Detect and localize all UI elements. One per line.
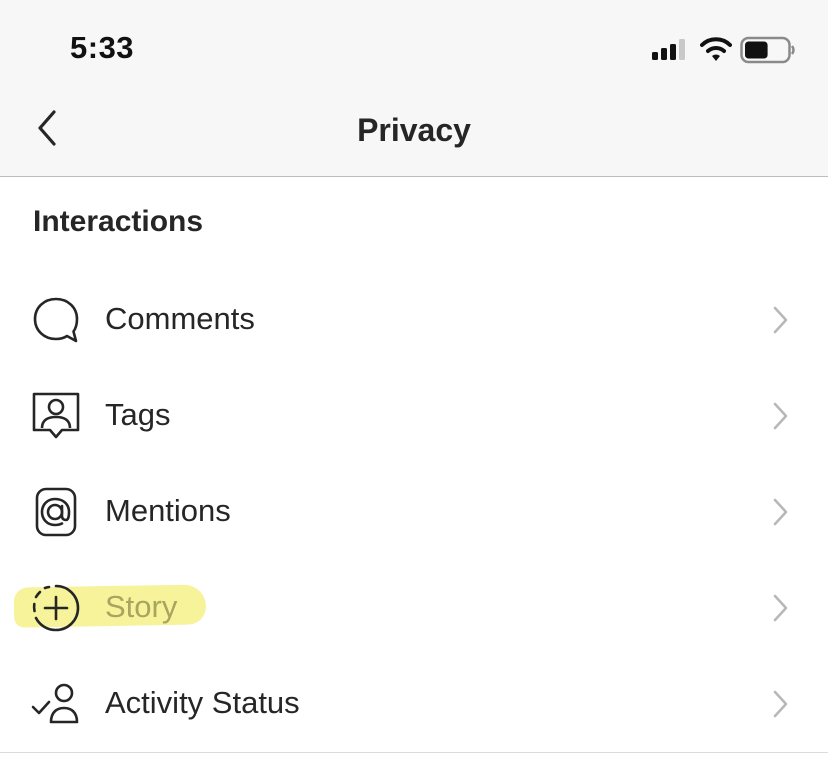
chevron-right-icon [773,594,788,622]
tag-person-icon [32,392,80,439]
battery-icon [740,36,795,64]
status-time: 5:33 [70,30,135,65]
status-bar: 5:33 [0,0,828,90]
chevron-right-icon [773,306,788,334]
chevron-right-icon [773,402,788,430]
menu-item-story[interactable]: Story [0,560,828,656]
menu-item-label: Mentions [105,493,231,528]
menu-item-label: Comments [105,301,255,336]
menu-item-comments[interactable]: Comments [0,272,828,368]
page-title: Privacy [357,112,471,148]
menu-item-label: Activity Status [105,685,300,720]
divider [0,752,828,753]
wifi-icon [700,37,732,61]
chevron-right-icon [773,498,788,526]
comment-bubble-icon [33,297,79,343]
menu-item-label: Tags [105,397,171,432]
cellular-signal-icon [652,39,685,60]
activity-status-icon [31,683,79,724]
story-add-icon [32,584,80,632]
menu-item-mentions[interactable]: Mentions [0,464,828,560]
section-title: Interactions [33,205,204,238]
menu-item-tags[interactable]: Tags [0,368,828,464]
menu-item-label: Story [105,589,178,624]
chevron-right-icon [773,690,788,718]
menu-item-activity-status[interactable]: Activity Status [0,656,828,752]
at-sign-icon [35,487,77,537]
navigation-bar: Privacy [0,90,828,177]
